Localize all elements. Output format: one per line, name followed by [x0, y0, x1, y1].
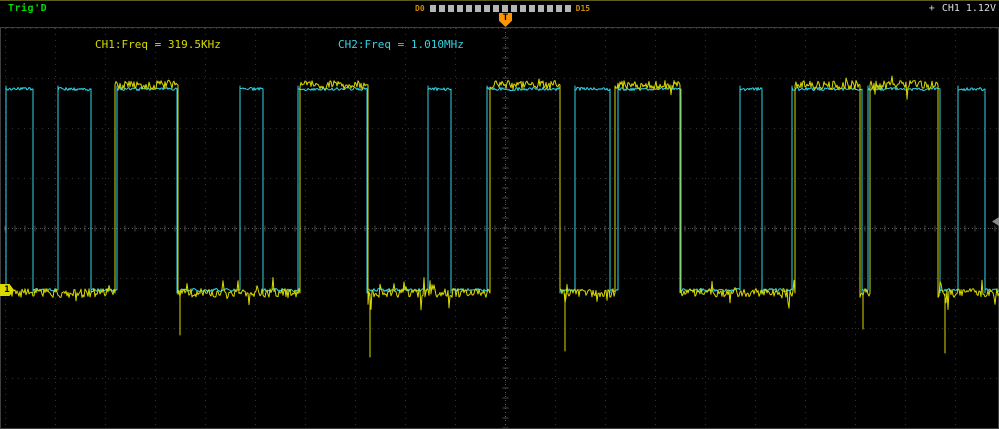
ch1-frequency-annotation: CH1:Freq = 319.5KHz — [95, 38, 221, 51]
digital-channel-square — [429, 5, 436, 12]
digital-channel-square — [501, 5, 508, 12]
ch2-trace — [0, 85, 999, 294]
digital-channel-square — [555, 5, 562, 12]
d15-label: D15 — [575, 4, 591, 13]
digital-channel-square — [528, 5, 535, 12]
digital-channel-square — [474, 5, 481, 12]
digital-channel-square — [447, 5, 454, 12]
waveform-area — [0, 27, 999, 429]
digital-channel-square — [456, 5, 463, 12]
digital-channel-squares — [429, 5, 571, 12]
digital-channel-square — [465, 5, 472, 12]
plus-icon: + — [928, 3, 935, 14]
oscilloscope-screen: Trig'D D0 D15 + CH1 1.12V T CH1:Freq = 3… — [0, 0, 999, 429]
digital-channel-square — [519, 5, 526, 12]
channel-readout: + CH1 1.12V — [929, 3, 996, 14]
d0-label: D0 — [415, 4, 425, 13]
ch1-trace — [0, 75, 999, 358]
digital-channel-square — [492, 5, 499, 12]
waveform-svg — [0, 27, 999, 429]
digital-channel-square — [483, 5, 490, 12]
digital-channel-square — [537, 5, 544, 12]
digital-channel-square — [564, 5, 571, 12]
digital-channel-square — [438, 5, 445, 12]
digital-channel-square — [510, 5, 517, 12]
ch1-voltage-readout: CH1 1.12V — [941, 3, 996, 14]
digital-channel-indicators: D0 D15 — [415, 4, 590, 13]
trigger-status: Trig'D — [8, 3, 48, 14]
digital-channel-square — [546, 5, 553, 12]
ch2-frequency-annotation: CH2:Freq = 1.010MHz — [338, 38, 464, 51]
